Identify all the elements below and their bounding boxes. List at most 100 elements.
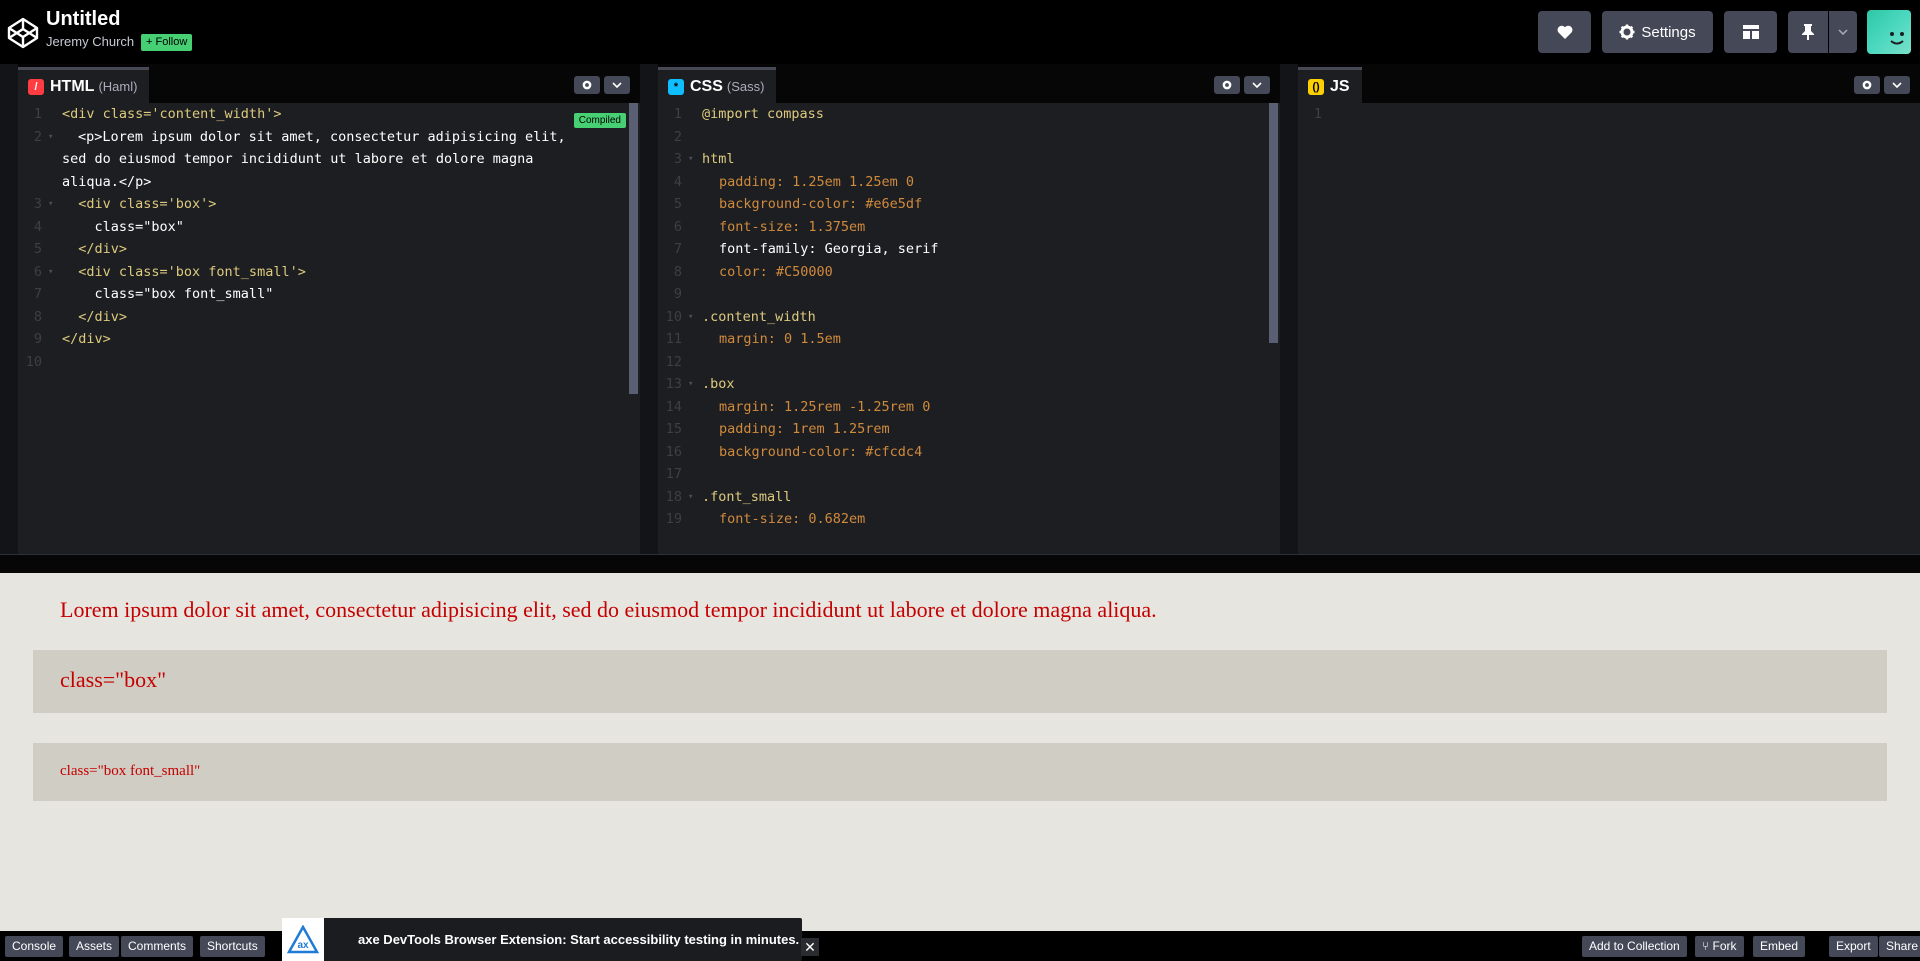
fork-button[interactable]: ⑂ Fork: [1695, 936, 1744, 957]
html-editor: / HTML (Haml) Compiled 1 <div class='cont…: [18, 67, 640, 554]
line-number: 2: [673, 128, 682, 145]
fold-arrow-icon[interactable]: ▾: [688, 306, 693, 329]
follow-button[interactable]: + Follow: [141, 34, 193, 51]
html-scrollbar[interactable]: [629, 103, 638, 394]
html-tab-label: HTML: [50, 77, 95, 95]
heart-button[interactable]: [1538, 11, 1591, 53]
line-number: 13: [665, 376, 682, 392]
embed-button[interactable]: Embed: [1753, 936, 1806, 957]
sponsor-banner[interactable]: ax axe DevTools Browser Extension: Start…: [282, 918, 802, 961]
sponsor-text: axe DevTools Browser Extension: Start ac…: [358, 932, 800, 947]
html-code[interactable]: Compiled 1 <div class='content_width'> 2 ▾…: [18, 103, 640, 554]
html-collapse-button[interactable]: [604, 76, 630, 94]
line-number: 1: [33, 106, 42, 122]
html-preprocessor-label: (Haml): [98, 79, 138, 94]
line-number: 14: [665, 398, 682, 415]
svg-text:ax: ax: [297, 940, 309, 951]
export-button[interactable]: Export: [1829, 936, 1878, 957]
tab-js[interactable]: () JS: [1298, 67, 1362, 103]
code-line: margin: 0 1.5em: [719, 331, 841, 347]
js-collapse-button[interactable]: [1884, 76, 1910, 94]
chevron-down-icon: [1252, 82, 1262, 88]
gear-icon: [1862, 80, 1872, 90]
chevron-down-icon: [1838, 29, 1848, 35]
js-settings-button[interactable]: [1854, 76, 1880, 94]
css-collapse-button[interactable]: [1244, 76, 1270, 94]
pin-button[interactable]: [1788, 11, 1828, 53]
codepen-logo-icon[interactable]: [6, 16, 40, 50]
resize-handle-css-js[interactable]: [1280, 64, 1298, 554]
code-line: background-color: #e6e5df: [719, 196, 923, 212]
share-button[interactable]: Share: [1879, 936, 1920, 957]
code-line: </div>: [62, 241, 128, 257]
fold-arrow-icon[interactable]: ▾: [48, 261, 53, 284]
code-line: background-color: #cfcdc4: [719, 443, 923, 460]
code-line: font-size: 0.682em: [719, 511, 866, 527]
compiled-badge: Compiled: [573, 113, 626, 128]
tab-html[interactable]: / HTML (Haml): [18, 67, 150, 103]
line-number: 8: [673, 263, 682, 280]
line-number: 9: [33, 331, 42, 347]
fold-arrow-icon[interactable]: ▾: [688, 373, 693, 396]
code-line: </div>: [62, 308, 128, 325]
line-number: 1: [1313, 106, 1322, 122]
pen-title[interactable]: Untitled: [46, 8, 120, 31]
line-number: 10: [25, 353, 42, 370]
author-name[interactable]: Jeremy Church: [46, 34, 134, 49]
code-line: color: #C50000: [719, 263, 833, 280]
line-number: 7: [673, 241, 682, 257]
add-to-collection-button[interactable]: Add to Collection: [1582, 936, 1687, 957]
html-icon: /: [28, 78, 44, 95]
assets-button[interactable]: Assets: [69, 936, 120, 957]
html-settings-button[interactable]: [574, 76, 600, 94]
fold-arrow-icon[interactable]: ▾: [688, 148, 693, 171]
css-settings-button[interactable]: [1214, 76, 1240, 94]
resize-handle-html-css[interactable]: [640, 64, 658, 554]
settings-button[interactable]: Settings: [1602, 11, 1713, 53]
console-button[interactable]: Console: [5, 936, 64, 957]
close-icon[interactable]: ✕: [801, 938, 819, 956]
js-editor: () JS 1: [1298, 67, 1920, 554]
css-code[interactable]: 1 @import compass 2 3 ▾ html 4 padding: 1.25…: [658, 103, 1280, 554]
fork-icon: ⑂: [1702, 939, 1710, 953]
chevron-down-icon: [1892, 82, 1902, 88]
change-view-button[interactable]: [1724, 11, 1777, 53]
line-number: 12: [665, 353, 682, 370]
pin-dropdown-button[interactable]: [1829, 11, 1857, 53]
shortcuts-button[interactable]: Shortcuts: [200, 936, 265, 957]
comments-button[interactable]: Comments: [121, 936, 194, 957]
line-number: 16: [665, 443, 682, 460]
code-line: <div class='box'>: [62, 196, 217, 212]
code-line: html: [702, 151, 735, 167]
js-code[interactable]: 1: [1298, 103, 1920, 554]
top-header: Untitled Jeremy Church + Follow Settings: [0, 0, 1920, 64]
fold-arrow-icon[interactable]: ▾: [48, 126, 53, 149]
code-line: <p>Lorem ipsum dolor sit amet, consectet…: [62, 128, 566, 190]
code-line: padding: 1rem 1.25rem: [719, 421, 890, 437]
line-number: 5: [673, 196, 682, 212]
axe-logo-icon: ax: [282, 918, 324, 961]
css-scrollbar[interactable]: [1269, 103, 1278, 343]
code-line: class="box font_small": [62, 286, 274, 302]
result-preview: Lorem ipsum dolor sit amet, consectetur …: [0, 573, 1920, 931]
preview-box: class="box": [33, 650, 1887, 713]
js-icon: (): [1308, 78, 1324, 95]
line-number: 5: [33, 241, 42, 257]
line-number: 1: [673, 106, 682, 122]
preview-resize-handle[interactable]: [0, 554, 1920, 573]
tab-css[interactable]: * CSS (Sass): [658, 67, 777, 103]
html-editor-header: / HTML (Haml): [18, 67, 640, 103]
css-editor: * CSS (Sass) 1 @import compass 2 3 ▾ html 4…: [658, 67, 1280, 554]
code-line: font-family: Georgia, serif: [719, 241, 939, 257]
css-editor-header: * CSS (Sass): [658, 67, 1280, 103]
fold-arrow-icon[interactable]: ▾: [48, 193, 53, 216]
fold-arrow-icon[interactable]: ▾: [688, 486, 693, 509]
code-line: font-size: 1.375em: [719, 218, 866, 235]
line-number: 4: [673, 173, 682, 190]
code-line: <div class='content_width'>: [62, 106, 282, 122]
user-avatar[interactable]: [1867, 10, 1911, 54]
line-number: 10: [665, 308, 682, 325]
line-number: 2: [33, 128, 42, 145]
code-line: @import compass: [702, 106, 824, 122]
resize-handle-left[interactable]: [0, 64, 18, 554]
